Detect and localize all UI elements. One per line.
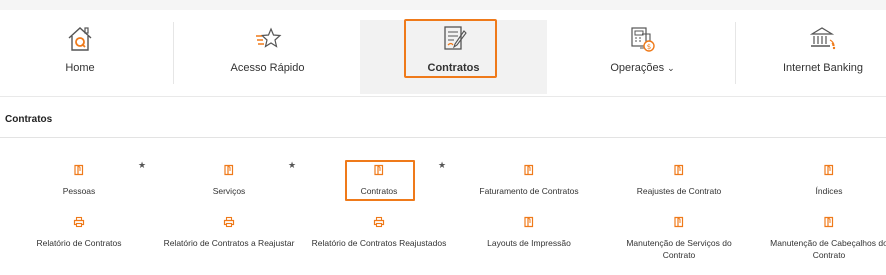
nav-bottom-border — [0, 96, 886, 97]
nav-label-home: Home — [65, 62, 95, 74]
section-divider — [0, 137, 886, 138]
book-icon — [824, 216, 834, 228]
book-icon — [224, 164, 234, 176]
top-strip — [0, 0, 886, 10]
printer-icon — [223, 216, 235, 228]
bank-icon — [809, 27, 836, 50]
favorite-star-icon[interactable]: ★ — [138, 160, 146, 171]
tile-label: Pessoas — [62, 186, 96, 196]
tile-label: Relatório de Contratos — [36, 238, 122, 248]
book-icon — [824, 164, 834, 176]
tile-label: Serviços — [212, 186, 246, 196]
nav-item-contratos[interactable]: Contratos — [360, 20, 547, 94]
tile-label: Relatório de Contratos a Reajustar — [163, 238, 295, 248]
book-icon — [674, 164, 684, 176]
nav-label-acesso-rapido: Acesso Rápido — [230, 62, 305, 74]
tile-label: Faturamento de Contratos — [479, 186, 579, 196]
book-icon — [374, 164, 384, 176]
tile-label: Índices — [815, 186, 843, 196]
nav-label-operacoes: Operações ⌄ — [610, 62, 675, 74]
printer-icon — [73, 216, 85, 228]
nav-label-internet-banking: Internet Banking — [782, 62, 864, 74]
nav-divider — [735, 22, 736, 84]
house-icon — [68, 27, 92, 51]
tile-pessoas[interactable]: Pessoas — [4, 164, 154, 197]
printer-icon — [373, 216, 385, 228]
nav-divider — [173, 22, 174, 84]
tile-contratos[interactable]: Contratos — [304, 164, 454, 197]
nav-label-contratos: Contratos — [427, 62, 480, 74]
tile-servicos[interactable]: Serviços — [154, 164, 304, 197]
nav-item-home[interactable]: Home — [5, 20, 155, 94]
svg-text:$: $ — [646, 43, 650, 51]
section-title: Contratos — [5, 114, 53, 125]
tile-label: Layouts de Impressão — [487, 238, 571, 248]
contract-pen-icon — [443, 26, 467, 50]
tile-indices[interactable]: Índices — [754, 164, 886, 197]
nav-item-internet-banking[interactable]: Internet Banking — [760, 20, 886, 94]
nav-item-acesso-rapido[interactable]: Acesso Rápido — [190, 20, 345, 94]
tile-faturamento-de-contratos[interactable]: Faturamento de Contratos — [454, 164, 604, 197]
tile-reajustes-de-contrato[interactable]: Reajustes de Contrato — [604, 164, 754, 197]
book-icon — [74, 164, 84, 176]
tile-label: Manutenção de Cabeçalhos do Contrato — [770, 238, 886, 260]
nav-item-operacoes[interactable]: $ Operações ⌄ — [575, 20, 710, 94]
tile-relatorio-de-contratos-a-reajustar[interactable]: Relatório de Contratos a Reajustar — [154, 216, 304, 249]
book-icon — [524, 216, 534, 228]
star-speed-icon — [255, 27, 281, 48]
tile-label: Manutenção de Serviços do Contrato — [626, 238, 732, 260]
tile-relatorio-de-contratos-reajustados[interactable]: Relatório de Contratos Reajustados — [304, 216, 454, 249]
book-icon — [674, 216, 684, 228]
operations-icon: $ — [630, 27, 655, 52]
book-icon — [524, 164, 534, 176]
tile-label: Contratos — [360, 186, 398, 196]
tile-relatorio-de-contratos[interactable]: Relatório de Contratos — [4, 216, 154, 249]
tile-label: Reajustes de Contrato — [636, 186, 722, 196]
chevron-down-icon: ⌄ — [667, 63, 675, 73]
tile-label: Relatório de Contratos Reajustados — [311, 238, 447, 248]
tile-manutencao-de-cabecalhos-do-contrato[interactable]: Manutenção de Cabeçalhos do Contrato — [754, 216, 886, 261]
favorite-star-icon[interactable]: ★ — [438, 160, 446, 171]
favorite-star-icon[interactable]: ★ — [288, 160, 296, 171]
top-nav: Home Acesso Rápido Contratos $ Operações… — [0, 10, 886, 96]
tile-manutencao-de-servicos-do-contrato[interactable]: Manutenção de Serviços do Contrato — [604, 216, 754, 261]
tile-layouts-de-impressao[interactable]: Layouts de Impressão — [454, 216, 604, 249]
